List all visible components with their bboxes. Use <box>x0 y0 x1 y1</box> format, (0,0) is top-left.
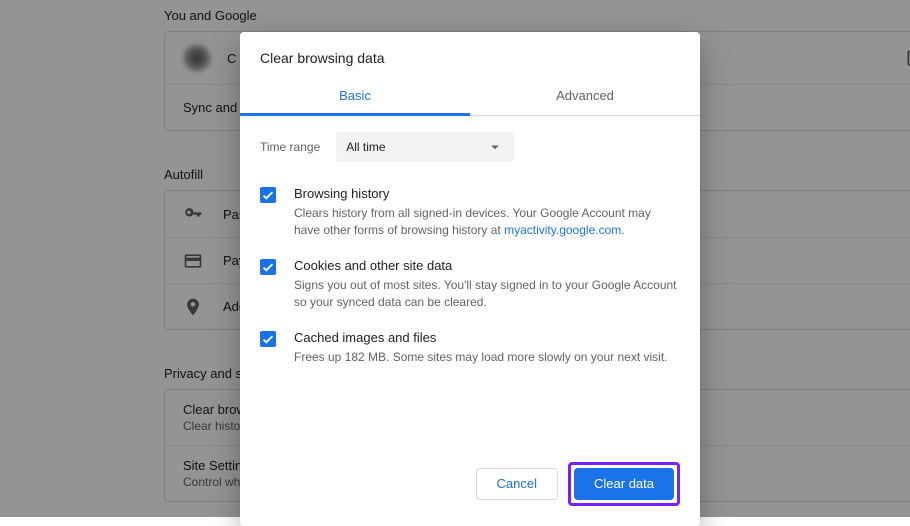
option-browsing-history: Browsing history Clears history from all… <box>260 176 680 248</box>
checkbox-browsing-history[interactable] <box>260 187 276 203</box>
option-title: Browsing history <box>294 186 680 201</box>
check-icon <box>261 260 275 274</box>
tab-advanced[interactable]: Advanced <box>470 78 700 115</box>
dialog-footer: Cancel Clear data <box>240 442 700 526</box>
clear-data-button[interactable]: Clear data <box>574 468 674 500</box>
check-icon <box>261 332 275 346</box>
option-desc: Frees up 182 MB. Some sites may load mor… <box>294 349 680 366</box>
tab-basic[interactable]: Basic <box>240 78 470 115</box>
checkbox-cookies[interactable] <box>260 259 276 275</box>
option-cached: Cached images and files Frees up 182 MB.… <box>260 320 680 374</box>
clear-browsing-data-dialog: Clear browsing data Basic Advanced Time … <box>240 32 700 526</box>
option-desc: Clears history from all signed-in device… <box>294 205 680 240</box>
time-range-row: Time range All time <box>240 116 700 172</box>
option-title: Cookies and other site data <box>294 258 680 273</box>
time-range-select[interactable]: All time <box>336 132 514 162</box>
time-range-value: All time <box>346 140 385 154</box>
clear-data-highlight: Clear data <box>568 462 680 506</box>
chevron-down-icon <box>486 138 504 156</box>
option-title: Cached images and files <box>294 330 680 345</box>
checkbox-cached[interactable] <box>260 331 276 347</box>
option-cookies: Cookies and other site data Signs you ou… <box>260 248 680 320</box>
options-list: Browsing history Clears history from all… <box>240 172 700 384</box>
dialog-title: Clear browsing data <box>240 32 700 78</box>
time-range-label: Time range <box>260 140 320 154</box>
myactivity-link[interactable]: myactivity.google.com <box>504 223 621 237</box>
cancel-button[interactable]: Cancel <box>476 468 558 500</box>
option-desc: Signs you out of most sites. You'll stay… <box>294 277 680 312</box>
check-icon <box>261 188 275 202</box>
dialog-tabs: Basic Advanced <box>240 78 700 116</box>
